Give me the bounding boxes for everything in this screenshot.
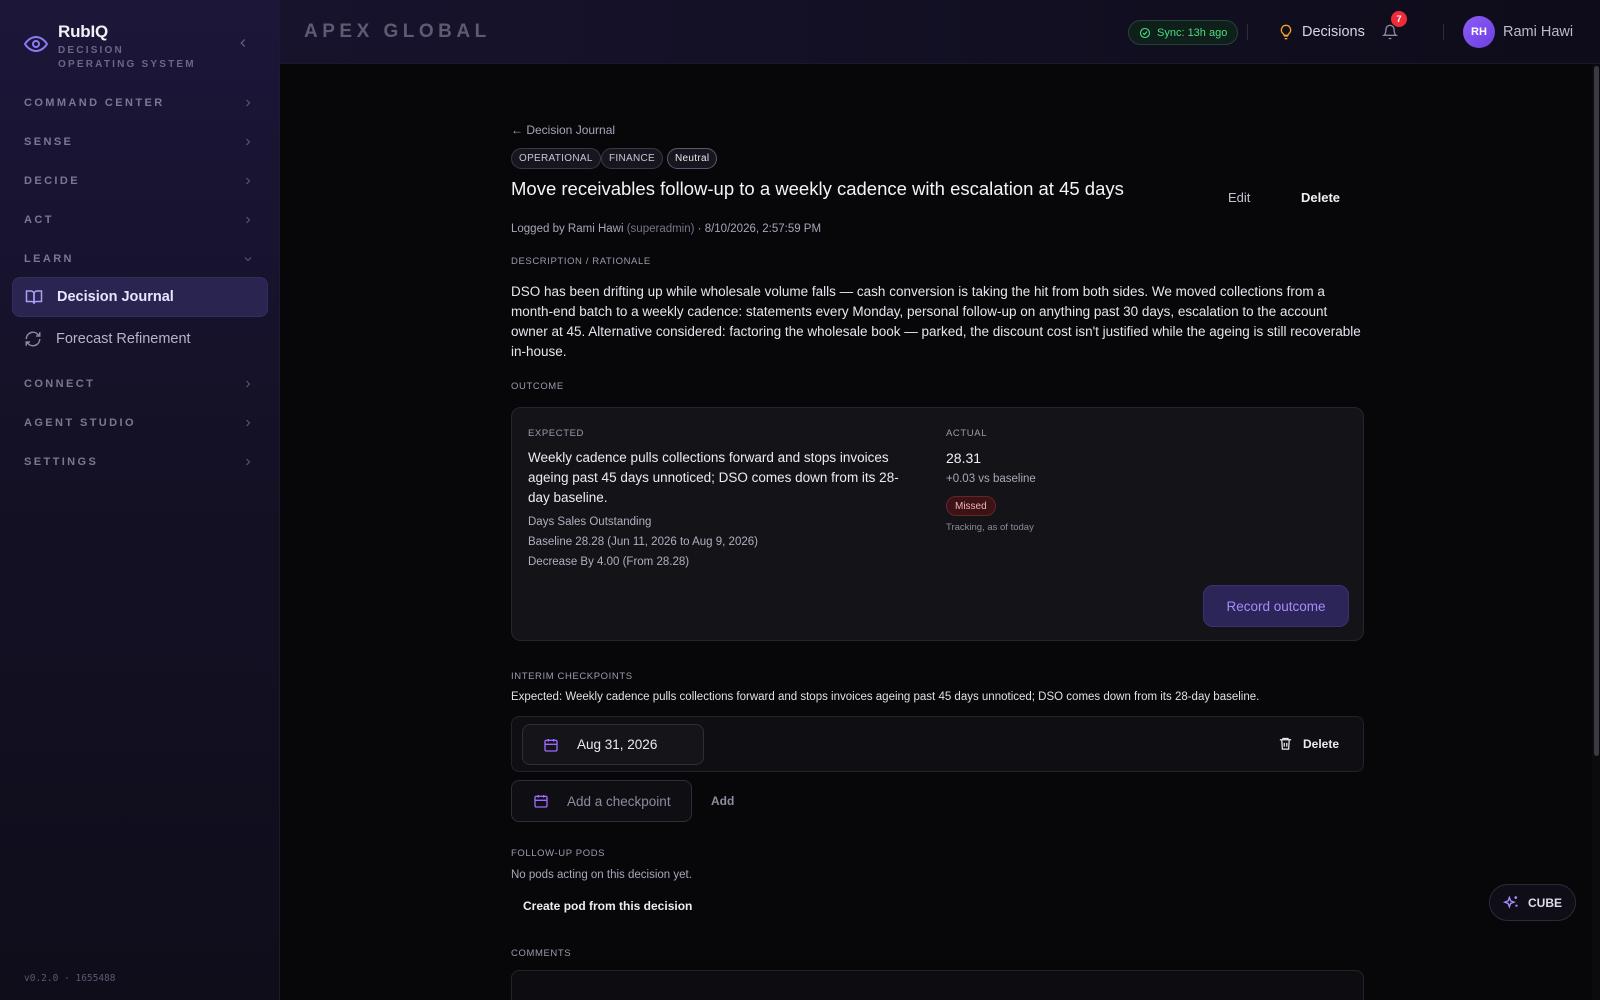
refresh-icon (25, 331, 41, 347)
interim-checkpoints-label: INTERIM CHECKPOINTS (511, 671, 633, 682)
create-pod-button[interactable]: Create pod from this decision (523, 899, 692, 913)
scrollbar-thumb[interactable] (1594, 66, 1599, 756)
topbar: APEX GLOBAL Sync: 13h ago Decisions 7 RH… (280, 0, 1600, 64)
nav-section-settings[interactable]: SETTINGS (24, 452, 254, 472)
comments-box[interactable] (511, 970, 1364, 1000)
nav-section-decide[interactable]: DECIDE (24, 171, 254, 191)
sync-status-badge[interactable]: Sync: 13h ago (1128, 20, 1239, 45)
record-outcome-button[interactable]: Record outcome (1203, 585, 1349, 627)
tracking-note: Tracking, as of today (946, 522, 1034, 533)
divider (1247, 24, 1248, 40)
actual-label: ACTUAL (946, 428, 988, 439)
company-name: APEX GLOBAL (304, 21, 491, 42)
back-link[interactable]: ← Decision Journal (511, 123, 615, 137)
calendar-icon (544, 738, 558, 752)
notifications-button[interactable]: 7 (1378, 11, 1407, 44)
nav-section-learn[interactable]: LEARN (24, 249, 254, 269)
nav-section-command-center[interactable]: COMMAND CENTER (24, 93, 254, 113)
actual-delta: +0.03 vs baseline (946, 473, 1036, 485)
calendar-icon (534, 795, 548, 808)
add-checkpoint-button[interactable]: Add (711, 794, 734, 808)
chevron-right-icon (246, 177, 251, 185)
no-pods-text: No pods acting on this decision yet. (511, 869, 692, 881)
chevron-right-icon (246, 216, 251, 224)
checkpoint-row: Aug 31, 2026 Delete (511, 716, 1364, 772)
actual-value: 28.31 (946, 450, 982, 466)
target-text: Decrease By 4.00 (From 28.28) (528, 556, 690, 568)
edit-button[interactable]: Edit (1228, 190, 1250, 205)
outcome-label: OUTCOME (511, 381, 564, 392)
nav-section-sense[interactable]: SENSE (24, 132, 254, 152)
description-label: DESCRIPTION / RATIONALE (511, 256, 651, 267)
lightbulb-icon (1280, 24, 1292, 40)
check-circle-icon (1139, 27, 1151, 38)
decisions-button[interactable]: Decisions (1278, 18, 1365, 46)
sidebar: RubIQ DECISION OPERATING SYSTEM COMMAND … (0, 0, 280, 1000)
outcome-card: EXPECTED Weekly cadence pulls collection… (511, 407, 1364, 641)
trash-icon (1279, 737, 1292, 750)
checkpoint-date-picker[interactable]: Aug 31, 2026 (522, 724, 704, 765)
baseline-text: Baseline 28.28 (Jun 11, 2026 to Aug 9, 2… (528, 536, 758, 548)
sidebar-item-label: Forecast Refinement (56, 331, 191, 347)
chevron-right-icon (246, 99, 251, 107)
chevron-down-icon (244, 257, 252, 262)
expected-label: EXPECTED (528, 428, 585, 439)
chevron-right-icon (246, 380, 251, 388)
chevron-right-icon (246, 458, 251, 466)
app-subtitle: DECISION OPERATING SYSTEM (58, 45, 196, 70)
notification-count-badge: 7 (1391, 11, 1407, 27)
app-name: RubIQ (58, 22, 108, 41)
nav-section-agent-studio[interactable]: AGENT STUDIO (24, 413, 254, 433)
expected-text: Weekly cadence pulls collections forward… (528, 450, 899, 505)
sparkles-icon (1502, 895, 1518, 909)
delete-checkpoint-button[interactable]: Delete (1278, 736, 1339, 751)
chevron-right-icon (246, 138, 251, 146)
logged-by: Logged by Rami Hawi (superadmin) · 8/10/… (511, 223, 822, 235)
book-icon (25, 290, 43, 304)
version-label: v0.2.0 · 1655488 (24, 973, 116, 984)
page-title: Move receivables follow-up to a weekly c… (511, 178, 1124, 199)
cube-assistant-button[interactable]: CUBE (1489, 884, 1576, 921)
description-text: DSO has been drifting up while wholesale… (511, 284, 1361, 359)
add-checkpoint-input[interactable] (567, 793, 687, 809)
nav-section-connect[interactable]: CONNECT (24, 374, 254, 394)
tag-finance: FINANCE (601, 148, 663, 169)
divider (1443, 24, 1444, 40)
avatar[interactable]: RH (1463, 16, 1495, 48)
follow-up-pods-label: FOLLOW-UP PODS (511, 848, 606, 859)
sidebar-item-label: Decision Journal (57, 289, 174, 305)
metric-name: Days Sales Outstanding (528, 516, 652, 528)
delete-button[interactable]: Delete (1301, 190, 1340, 205)
eye-icon (24, 35, 48, 53)
tag-operational: OPERATIONAL (511, 148, 601, 169)
nav-section-act[interactable]: ACT (24, 210, 254, 230)
sidebar-item-forecast-refinement[interactable]: Forecast Refinement (12, 319, 268, 359)
comments-label: COMMENTS (511, 948, 572, 959)
status-badge: Missed (946, 496, 996, 516)
brand[interactable]: RubIQ DECISION OPERATING SYSTEM (24, 22, 198, 72)
chevron-right-icon (246, 419, 251, 427)
checkpoints-expected: Expected: Weekly cadence pulls collectio… (511, 691, 1260, 703)
sidebar-item-decision-journal[interactable]: Decision Journal (12, 277, 268, 317)
add-checkpoint-field[interactable] (511, 780, 692, 822)
chevron-left-icon[interactable] (236, 36, 250, 50)
tag-neutral: Neutral (667, 148, 718, 169)
user-name[interactable]: Rami Hawi (1503, 24, 1573, 40)
